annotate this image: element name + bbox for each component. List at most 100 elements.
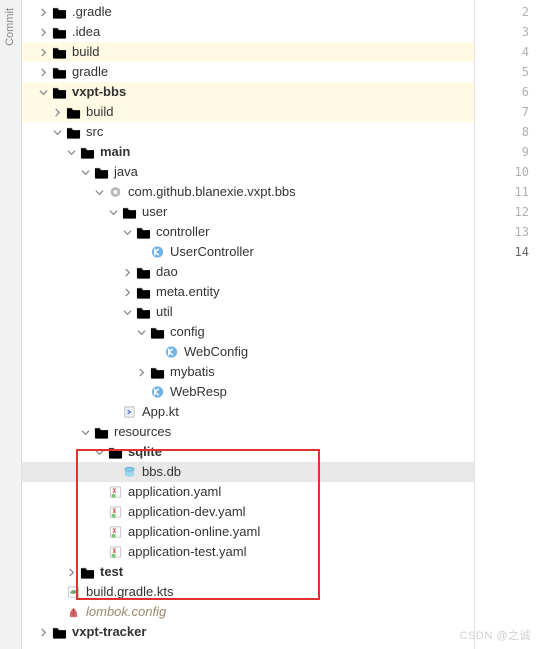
tree-folder-build[interactable]: build: [22, 42, 474, 62]
tree-package-meta-entity[interactable]: meta.entity: [22, 282, 474, 302]
tree-label: config: [170, 322, 205, 342]
tree-folder-resources[interactable]: resources: [22, 422, 474, 442]
chevron-right-icon[interactable]: [36, 48, 50, 57]
chevron-right-icon[interactable]: [120, 288, 134, 297]
tree-label: dao: [156, 262, 178, 282]
tree-folder-gradle[interactable]: gradle: [22, 62, 474, 82]
chevron-right-icon[interactable]: [50, 108, 64, 117]
yaml-icon: [106, 505, 124, 519]
tree-folder-gradle-cache[interactable]: .gradle: [22, 2, 474, 22]
tree-module-vxpt-tracker[interactable]: vxpt-tracker: [22, 622, 474, 642]
left-gutter: Commit: [0, 0, 22, 649]
tree-package-mybatis[interactable]: mybatis: [22, 362, 474, 382]
folder-icon: [50, 25, 68, 39]
tree-file-application-yaml[interactable]: application.yaml: [22, 482, 474, 502]
tree-folder-src[interactable]: src: [22, 122, 474, 142]
package-folder-icon: [134, 225, 152, 239]
line-numbers: 2 3 4 5 6 7 8 9 10 11 12 13 14: [515, 2, 529, 262]
tree-package-user[interactable]: user: [22, 202, 474, 222]
tree-label: build: [72, 42, 99, 62]
line-number: 12: [515, 202, 529, 222]
gradle-kts-icon: [64, 585, 82, 599]
line-number: 6: [515, 82, 529, 102]
chevron-down-icon[interactable]: [92, 448, 106, 457]
chevron-down-icon[interactable]: [78, 168, 92, 177]
tree-package-util[interactable]: util: [22, 302, 474, 322]
tree-label: util: [156, 302, 173, 322]
tree-file-application-online-yaml[interactable]: application-online.yaml: [22, 522, 474, 542]
chevron-down-icon[interactable]: [120, 228, 134, 237]
tree-label: sqlite: [128, 442, 162, 462]
tree-folder-main[interactable]: main: [22, 142, 474, 162]
tree-file-webresp[interactable]: WebResp: [22, 382, 474, 402]
kotlin-class-icon: [162, 345, 180, 359]
tree-label: controller: [156, 222, 209, 242]
tree-label: gradle: [72, 62, 108, 82]
chevron-right-icon[interactable]: [36, 68, 50, 77]
tree-label: bbs.db: [142, 462, 181, 482]
line-number: 14: [515, 242, 529, 262]
tree-folder-sqlite[interactable]: sqlite: [22, 442, 474, 462]
test-folder-icon: [78, 565, 96, 579]
project-tree: .gradle .idea build gradle: [22, 0, 474, 649]
tree-folder-build-sub[interactable]: build: [22, 102, 474, 122]
tree-package-root[interactable]: com.github.blanexie.vxpt.bbs: [22, 182, 474, 202]
chevron-down-icon[interactable]: [64, 148, 78, 157]
tree-file-bbs-db[interactable]: bbs.db: [22, 462, 474, 482]
folder-icon: [78, 145, 96, 159]
chevron-down-icon[interactable]: [50, 128, 64, 137]
chevron-right-icon[interactable]: [134, 368, 148, 377]
tree-label: WebConfig: [184, 342, 248, 362]
tree-label: application-dev.yaml: [128, 502, 246, 522]
package-folder-icon: [134, 305, 152, 319]
tree-label: com.github.blanexie.vxpt.bbs: [128, 182, 296, 202]
chevron-right-icon[interactable]: [36, 28, 50, 37]
tree-file-lombok-config[interactable]: lombok.config: [22, 602, 474, 622]
chevron-right-icon[interactable]: [64, 568, 78, 577]
tree-label: java: [114, 162, 138, 182]
tree-package-controller[interactable]: controller: [22, 222, 474, 242]
tree-label: resources: [114, 422, 171, 442]
line-number: 13: [515, 222, 529, 242]
resources-folder-icon: [92, 425, 110, 439]
tree-file-usercontroller[interactable]: UserController: [22, 242, 474, 262]
chevron-down-icon[interactable]: [134, 328, 148, 337]
tree-package-dao[interactable]: dao: [22, 262, 474, 282]
chevron-right-icon[interactable]: [36, 8, 50, 17]
source-folder-icon: [92, 165, 110, 179]
tree-file-build-gradle-kts[interactable]: build.gradle.kts: [22, 582, 474, 602]
chevron-down-icon[interactable]: [92, 188, 106, 197]
tree-label: lombok.config: [86, 602, 166, 622]
gutter-label[interactable]: Commit: [4, 8, 16, 46]
tree-folder-test[interactable]: test: [22, 562, 474, 582]
tree-file-app-kt[interactable]: App.kt: [22, 402, 474, 422]
chevron-down-icon[interactable]: [106, 208, 120, 217]
tree-label: main: [100, 142, 130, 162]
tree-module-vxpt-bbs[interactable]: vxpt-bbs: [22, 82, 474, 102]
chevron-right-icon[interactable]: [36, 628, 50, 637]
chevron-down-icon[interactable]: [36, 88, 50, 97]
tree-package-config[interactable]: config: [22, 322, 474, 342]
tree-file-webconfig[interactable]: WebConfig: [22, 342, 474, 362]
tree-label: build.gradle.kts: [86, 582, 173, 602]
chevron-down-icon[interactable]: [120, 308, 134, 317]
chevron-down-icon[interactable]: [78, 428, 92, 437]
package-folder-icon: [148, 365, 166, 379]
tree-label: src: [86, 122, 103, 142]
folder-icon: [106, 445, 124, 459]
editor-gutter-panel: 2 3 4 5 6 7 8 9 10 11 12 13 14: [474, 0, 537, 649]
tree-folder-idea[interactable]: .idea: [22, 22, 474, 42]
tree-file-application-dev-yaml[interactable]: application-dev.yaml: [22, 502, 474, 522]
line-number: 10: [515, 162, 529, 182]
tree-label: application.yaml: [128, 482, 221, 502]
tree-label: application-online.yaml: [128, 522, 260, 542]
yaml-icon: [106, 545, 124, 559]
package-folder-icon: [134, 285, 152, 299]
line-number: 11: [515, 182, 529, 202]
tree-folder-java[interactable]: java: [22, 162, 474, 182]
tree-label: .gradle: [72, 2, 112, 22]
chevron-right-icon[interactable]: [120, 268, 134, 277]
yaml-icon: [106, 485, 124, 499]
folder-icon: [50, 65, 68, 79]
tree-file-application-test-yaml[interactable]: application-test.yaml: [22, 542, 474, 562]
